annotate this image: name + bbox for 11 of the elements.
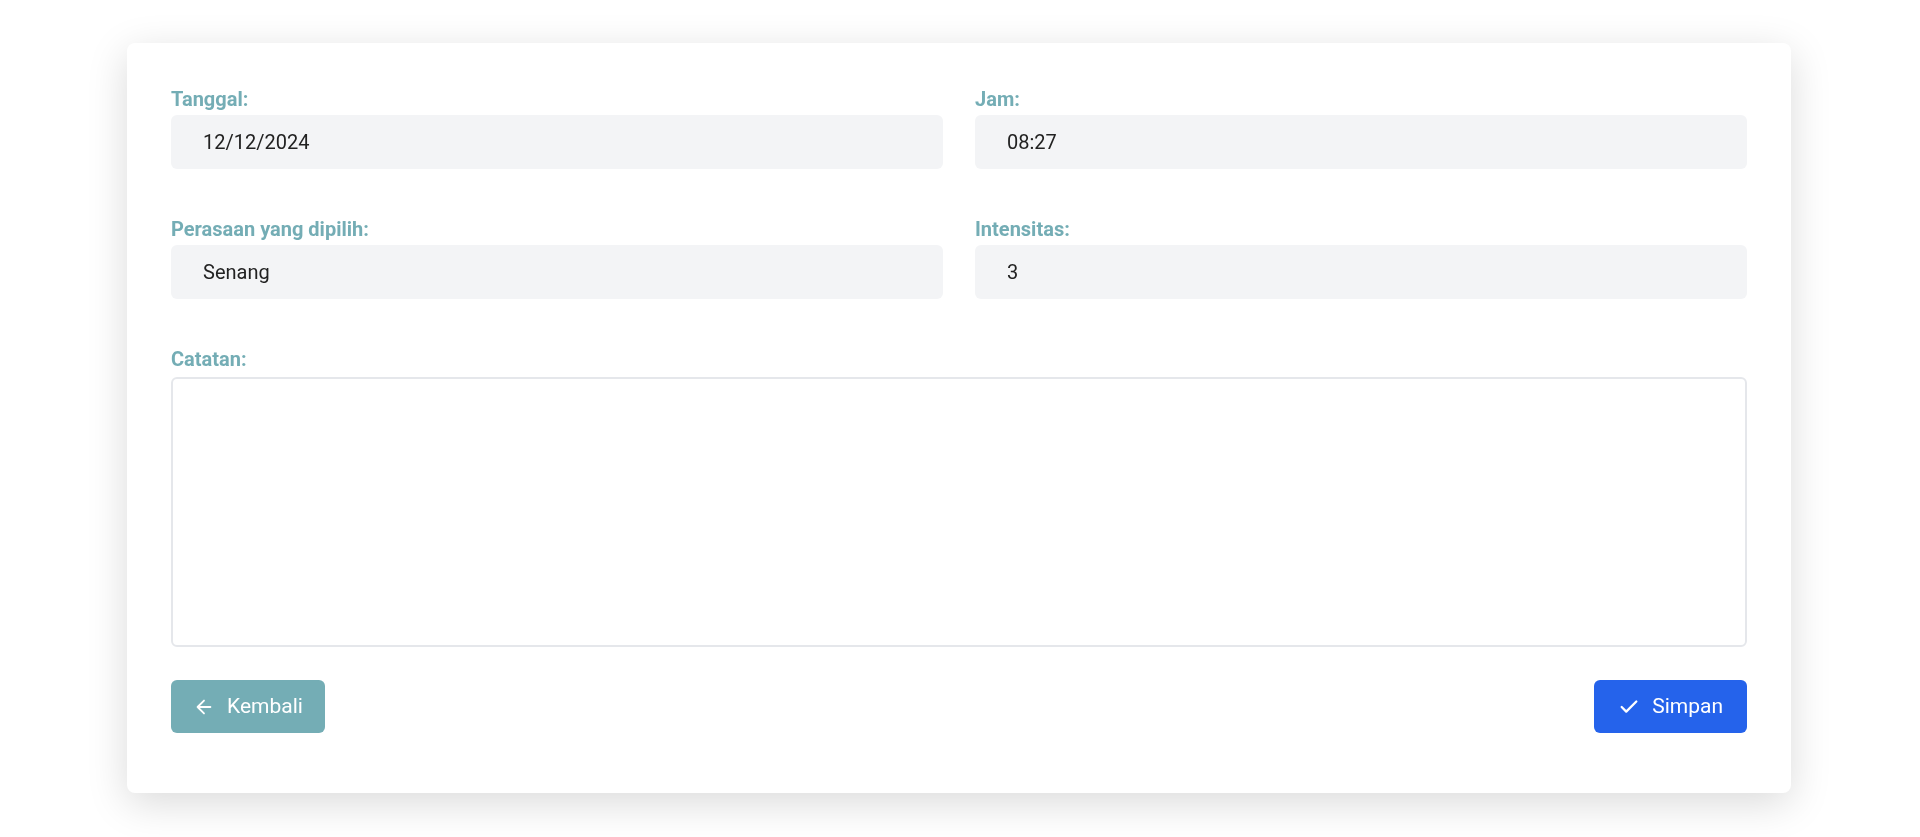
field-label: Catatan: (171, 347, 248, 371)
field-label: Perasaan yang dipilih: (171, 217, 370, 241)
input-field[interactable]: 3 (975, 245, 1747, 299)
field-label: Jam: (975, 87, 1021, 111)
field-label: Intensitas: (975, 217, 1071, 241)
input-field[interactable]: 08:27 (975, 115, 1747, 169)
save-button[interactable]: Simpan (1594, 680, 1747, 733)
input-field[interactable]: 12/12/2024 (171, 115, 943, 169)
input-field[interactable]: Senang (171, 245, 943, 299)
notes-textarea[interactable] (171, 377, 1747, 647)
field-label: Tanggal: (171, 87, 250, 111)
